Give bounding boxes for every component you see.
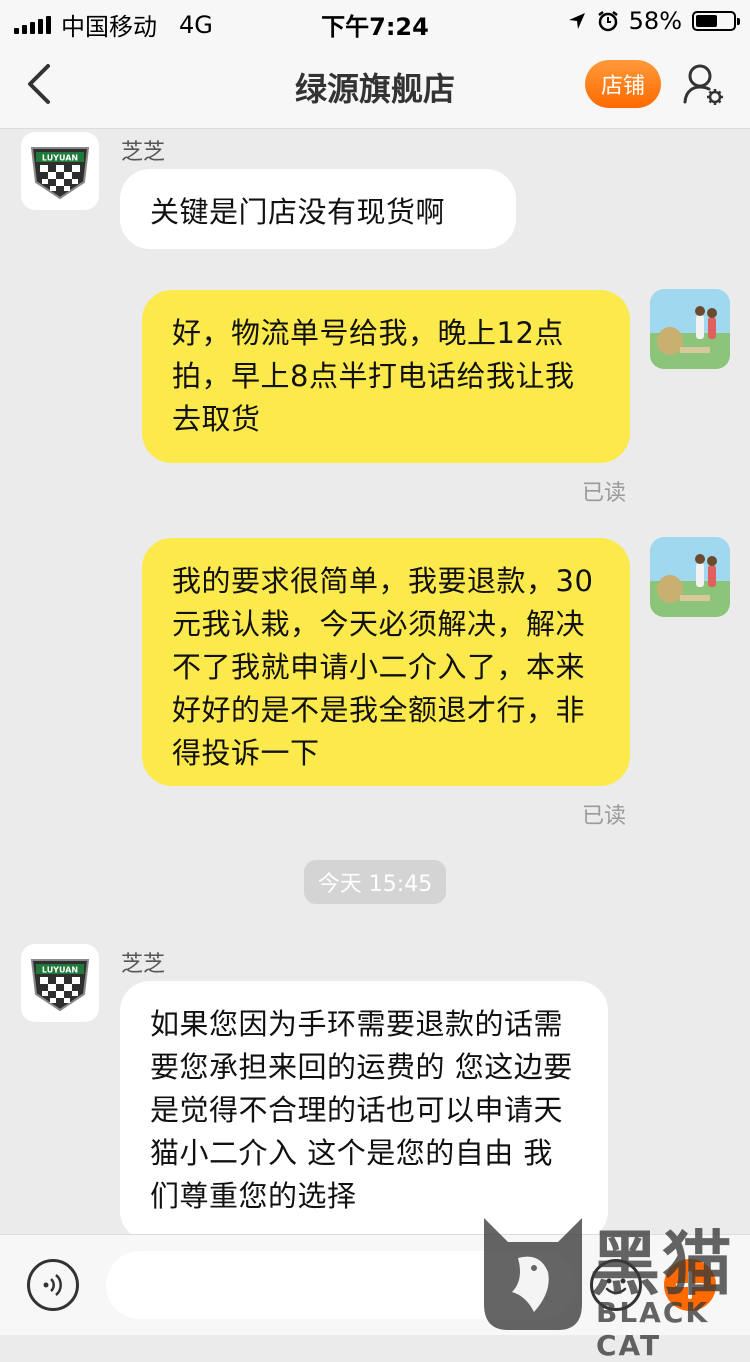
battery-icon [692, 11, 740, 31]
message-bubble-outgoing[interactable]: 好，物流单号给我，晚上12点拍，早上8点半打电话给我让我去取货 [142, 290, 630, 463]
sender-name: 芝芝 [121, 952, 166, 977]
svg-text:LUYUAN: LUYUAN [42, 966, 78, 975]
luyuan-logo-icon: LUYUAN [30, 959, 90, 1012]
time-divider: 今天 15:45 [304, 860, 446, 904]
message-bubble-outgoing[interactable]: 我的要求很简单，我要退款，30元我认栽，今天必须解决，解决不了我就申请小二介入了… [142, 538, 630, 786]
emoji-button[interactable] [590, 1259, 642, 1311]
message-input[interactable] [106, 1251, 576, 1319]
shop-avatar[interactable]: LUYUAN [21, 132, 99, 210]
status-bar: 中国移动 4G 下午7:24 58% [0, 0, 750, 41]
plus-button[interactable] [664, 1259, 716, 1311]
chat-list[interactable]: LUYUAN 芝芝 关键是门店没有现货啊 好，物流单号给我，晚上12点拍，早上8… [0, 129, 750, 1234]
alarm-icon [597, 11, 618, 32]
input-bar [0, 1234, 750, 1335]
battery-level [696, 15, 717, 27]
user-avatar-image-icon [650, 289, 730, 369]
shop-button[interactable]: 店铺 [585, 60, 661, 108]
sender-name: 芝芝 [121, 140, 166, 165]
message-bubble-incoming[interactable]: 关键是门店没有现货啊 [120, 169, 516, 249]
svg-text:LUYUAN: LUYUAN [42, 154, 78, 163]
location-icon [568, 13, 585, 29]
message-bubble-incoming[interactable]: 如果您因为手环需要退款的话需要您承担来回的运费的 您这边要是觉得不合理的话也可以… [120, 981, 608, 1234]
luyuan-logo-icon: LUYUAN [30, 147, 90, 200]
read-status: 已读 [582, 481, 627, 506]
shop-avatar[interactable]: LUYUAN [21, 944, 99, 1022]
emoji-icon [605, 1278, 627, 1295]
user-avatar-image-icon [650, 537, 730, 617]
voice-button[interactable] [27, 1259, 79, 1311]
my-avatar[interactable] [650, 537, 730, 617]
user-gear-icon [683, 64, 723, 105]
read-status: 已读 [582, 804, 627, 829]
voice-icon [43, 1274, 62, 1296]
user-settings-button[interactable] [682, 62, 724, 106]
battery-percent: 58% [628, 7, 682, 35]
nav-bar: 绿源旗舰店 店铺 [0, 40, 750, 129]
my-avatar[interactable] [650, 289, 730, 369]
plus-icon [676, 1271, 704, 1299]
